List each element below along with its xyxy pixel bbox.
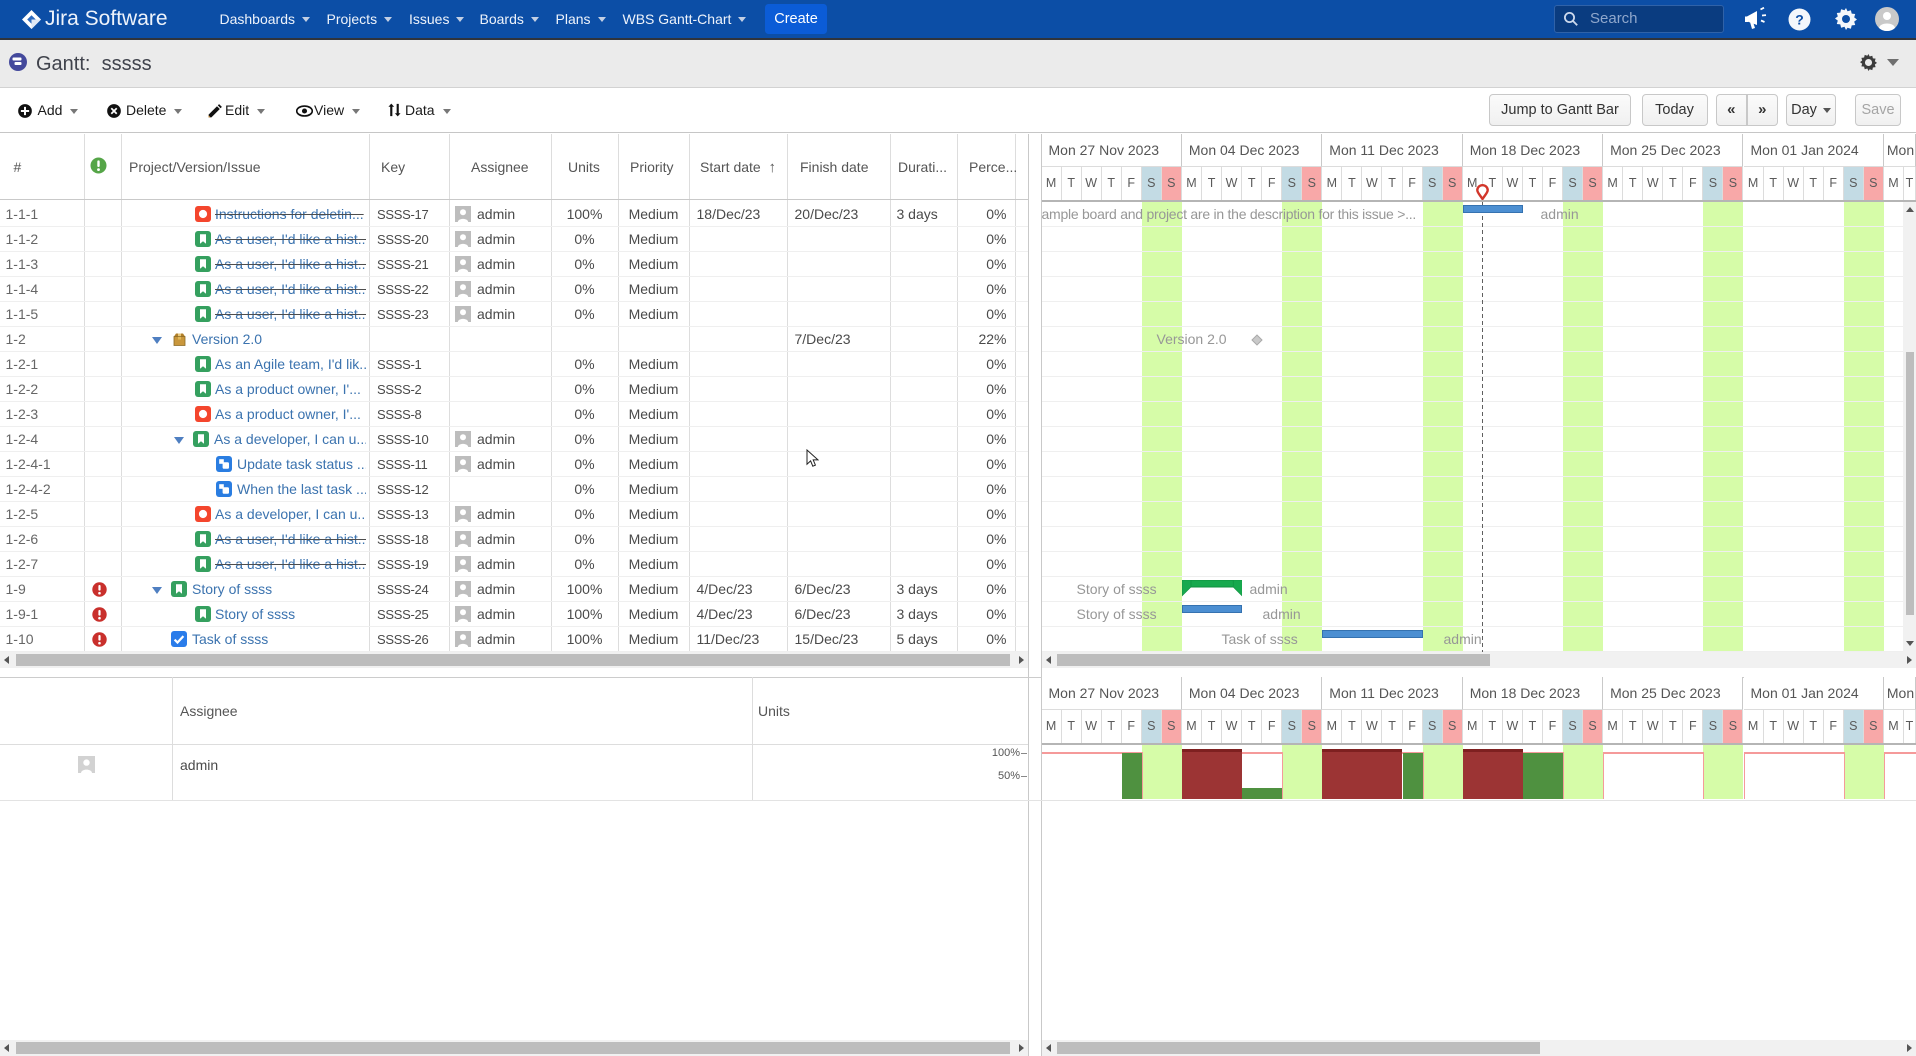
svg-text:?: ? xyxy=(1795,12,1804,28)
